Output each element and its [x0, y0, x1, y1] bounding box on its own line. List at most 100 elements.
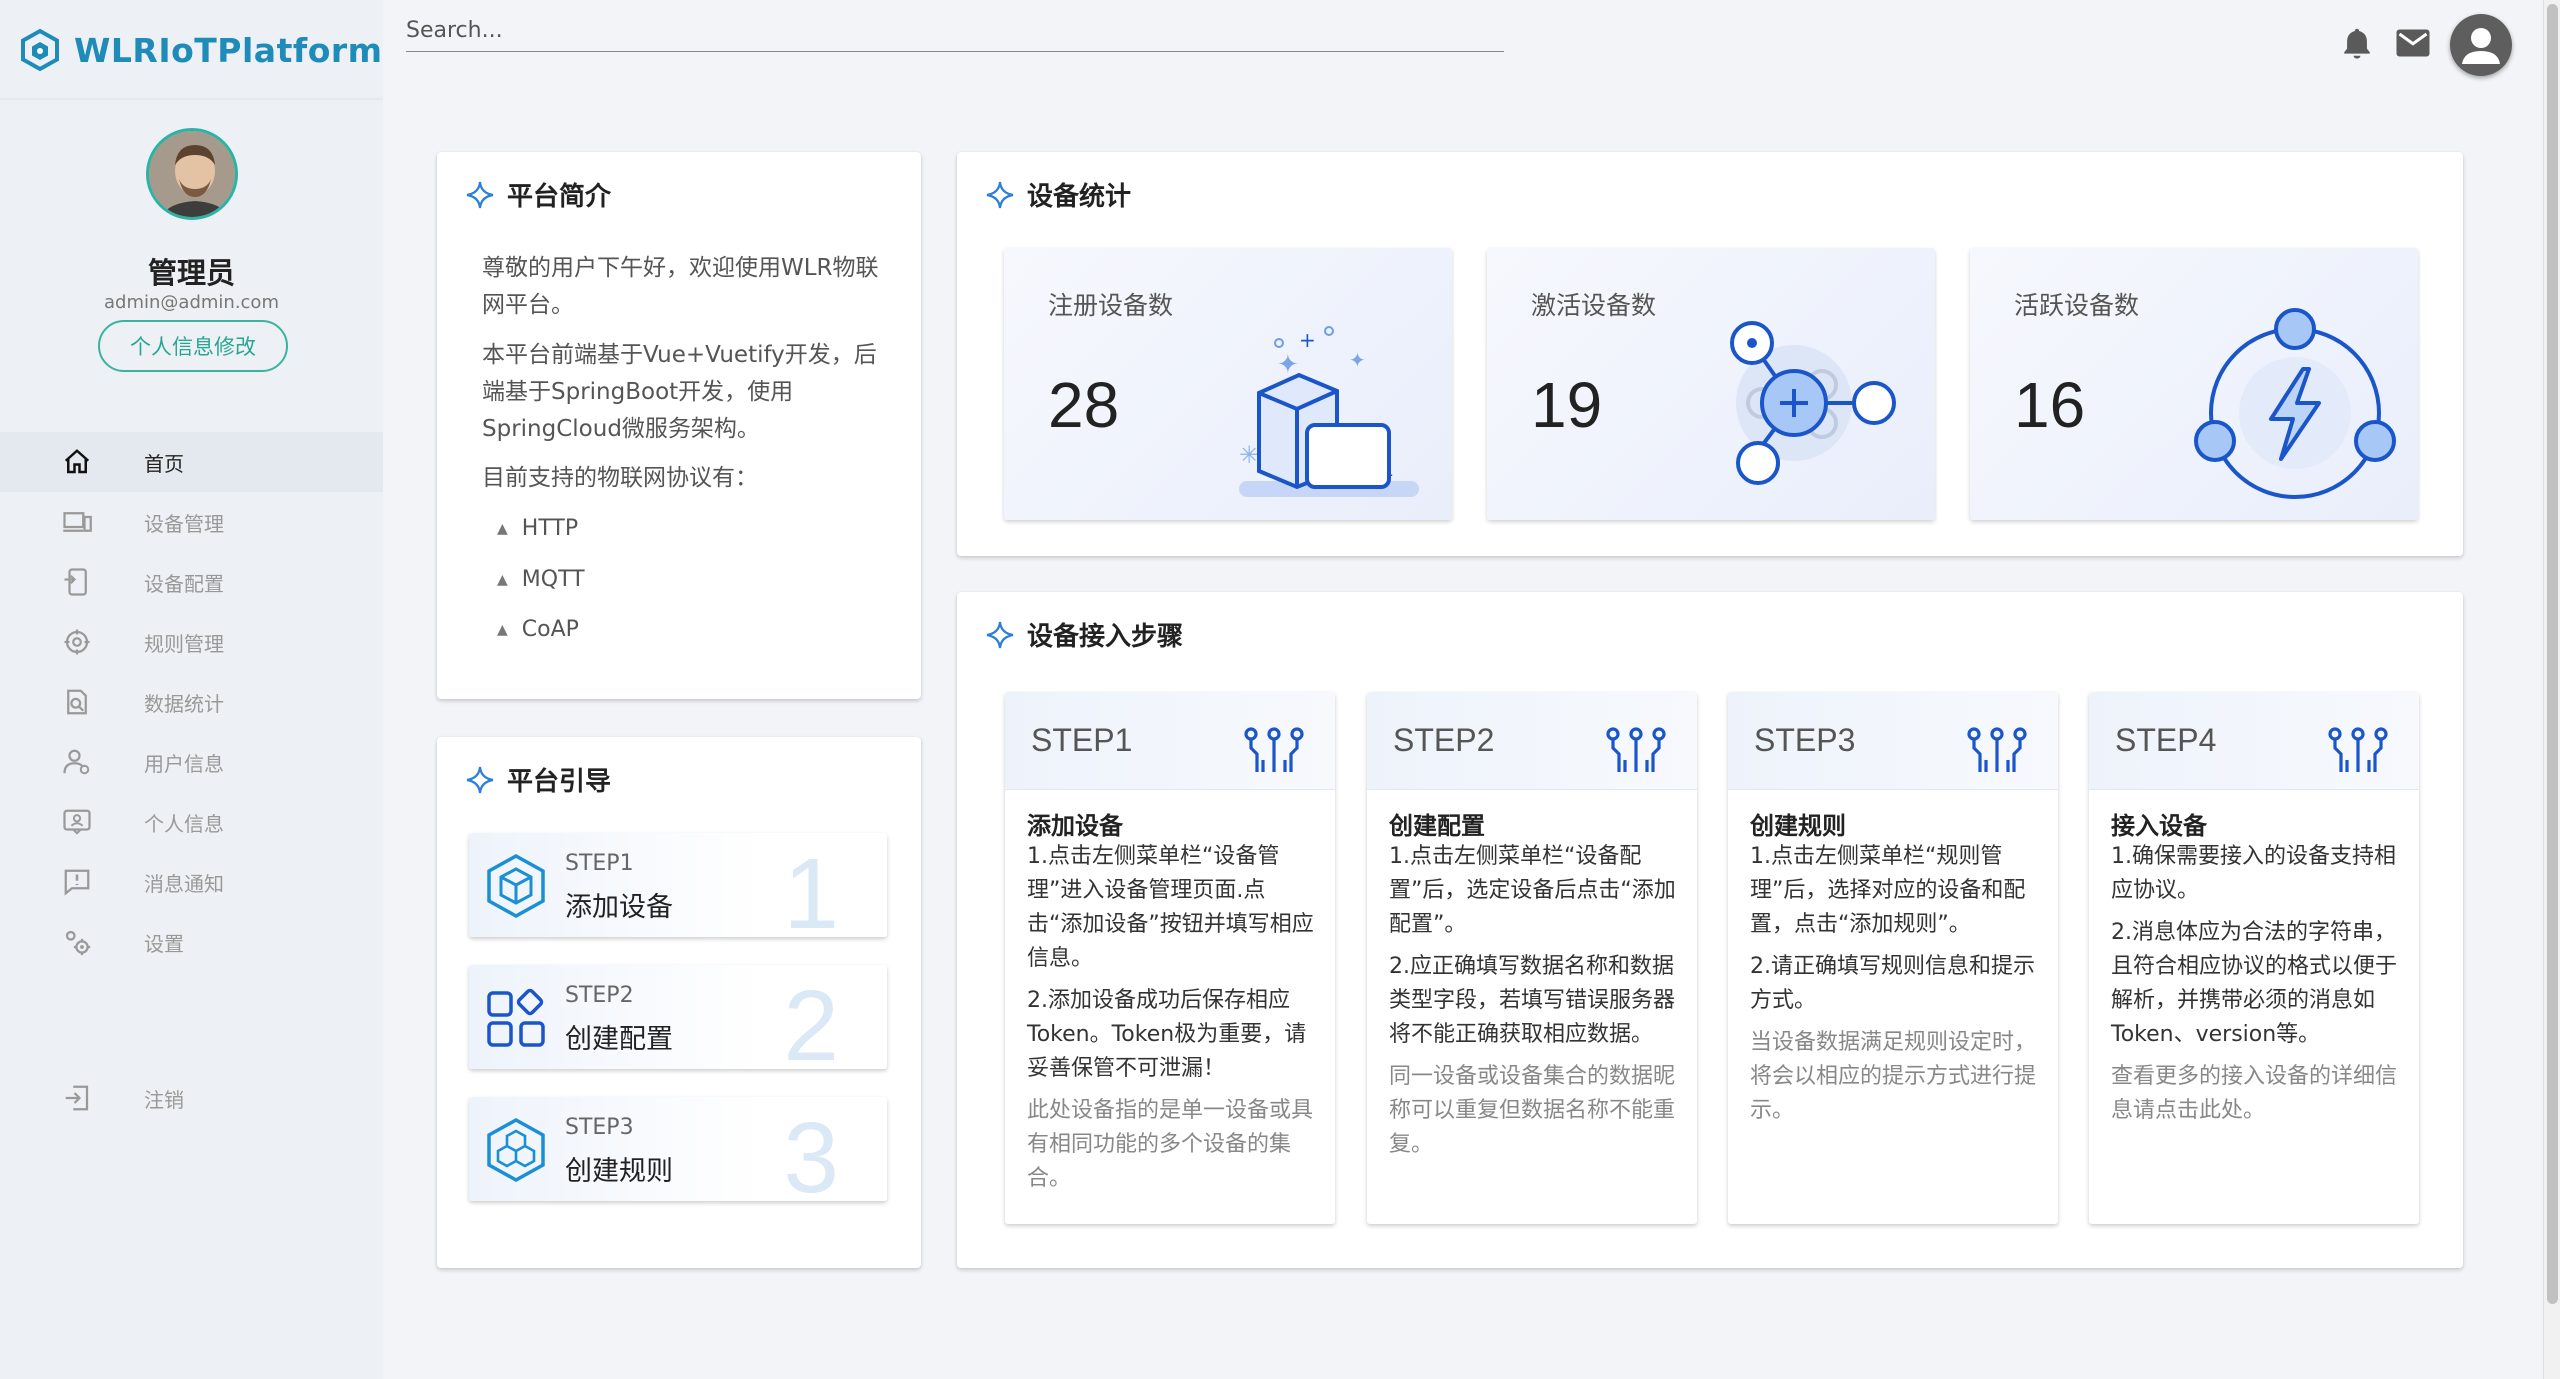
intro-tech: 本平台前端基于Vue+Vuetify开发，后端基于SpringBoot开发，使用…	[482, 342, 877, 442]
guide-card: 平台引导 STEP1 添加设备 1 STEP2 创建配置 2 STEP3 创建规…	[437, 737, 921, 1268]
guide-item-create-config[interactable]: STEP2 创建配置 2	[469, 965, 887, 1069]
users-icon	[60, 745, 94, 779]
protocol-item: ▲ HTTP	[497, 516, 579, 541]
sidebar-item-label: 注销	[144, 1087, 184, 1112]
sparkle-icon	[466, 766, 494, 793]
search-bar[interactable]	[406, 10, 1504, 52]
step-heading: STEP4	[2115, 722, 2217, 758]
sidebar-item-rules[interactable]: 规则管理	[0, 612, 383, 672]
account-avatar[interactable]	[2450, 14, 2512, 76]
sparkle-icon	[986, 621, 1014, 648]
sparkle-icon	[986, 181, 1014, 208]
stat-activated-devices[interactable]: 激活设备数 19	[1487, 248, 1935, 520]
intro-card-title: 平台简介	[465, 176, 611, 213]
avatar-image	[149, 131, 235, 217]
protocol-item: ▲ MQTT	[497, 567, 585, 592]
intro-greeting: 尊敬的用户下午好，欢迎使用WLR物联网平台。	[482, 255, 879, 318]
guide-item-create-rule[interactable]: STEP3 创建规则 3	[469, 1097, 887, 1201]
sidebar-item-devices[interactable]: 设备管理	[0, 492, 383, 552]
logout-icon	[60, 1081, 94, 1115]
sidebar-item-messages[interactable]: 消息通知	[0, 852, 383, 912]
sidebar: WLRIoTPlatform 管理员 admin@admin.com 个人信息修…	[0, 0, 383, 1379]
details-link[interactable]: 查看更多的接入设备的详细信息请点击此处。	[2111, 1060, 2401, 1128]
step-title: 接入设备	[2111, 812, 2207, 840]
avatar[interactable]	[146, 128, 238, 220]
settings-icon	[60, 925, 94, 959]
lightning-network-icon	[2194, 308, 2396, 499]
sidebar-item-label: 用户信息	[144, 751, 224, 776]
svg-text:✦: ✦	[1349, 348, 1366, 372]
sidebar-item-label: 个人信息	[144, 811, 224, 836]
data-stats-icon	[60, 685, 94, 719]
sidebar-item-label: 设备配置	[144, 571, 224, 596]
step-title: 添加设备	[1027, 812, 1123, 840]
divider	[0, 98, 383, 100]
account-icon	[2462, 28, 2500, 64]
app-title: WLRIoTPlatform	[74, 30, 383, 70]
sidebar-item-profile[interactable]: 个人信息	[0, 792, 383, 852]
protocol-item: ▲ CoAP	[497, 617, 579, 642]
sidebar-item-data-stats[interactable]: 数据统计	[0, 672, 383, 732]
step-title: 创建配置	[1389, 812, 1485, 840]
steps-card-title: 设备接入步骤	[985, 616, 1183, 653]
message-icon	[60, 865, 94, 899]
devices-icon	[60, 505, 94, 539]
sidebar-item-home[interactable]: 首页	[0, 432, 383, 492]
sidebar-item-label: 设备管理	[144, 511, 224, 536]
network-hub-icon	[1730, 321, 1896, 485]
circuit-icon	[2328, 727, 2388, 772]
home-icon	[60, 445, 94, 479]
stats-card-title: 设备统计	[985, 176, 1131, 213]
sidebar-item-users[interactable]: 用户信息	[0, 732, 383, 792]
stat-active-devices[interactable]: 活跃设备数 16	[1970, 248, 2418, 520]
intro-protocols-label: 目前支持的物联网协议有：	[482, 465, 758, 491]
sidebar-item-label: 规则管理	[144, 631, 224, 656]
sidebar-item-settings[interactable]: 设置	[0, 912, 383, 972]
sidebar-item-label: 数据统计	[144, 691, 224, 716]
step-card-3: STEP3 创建规则 1.点击左侧菜单栏“规则管理”后，选择对应的设备和配置，点…	[1728, 692, 2058, 1224]
step-card-1: STEP1 添加设备 1.点击左侧菜单栏“设备管理”进入设备管理页面.点击“添加…	[1005, 692, 1335, 1224]
stat-registered-devices[interactable]: 注册设备数 28 ✦ ✳ + ✦ +	[1004, 248, 1452, 520]
step-body: 1.点击左侧菜单栏“规则管理”后，选择对应的设备和配置，点击“添加规则”。 2.…	[1750, 844, 2037, 1123]
step-heading: STEP1	[1031, 722, 1133, 758]
step-card-2: STEP2 创建配置 1.点击左侧菜单栏“设备配置”后，选定设备后点击“添加配置…	[1367, 692, 1697, 1224]
svg-text:✳: ✳	[1239, 441, 1259, 469]
step-body: 1.确保需要接入的设备支持相应协议。 2.消息体应为合法的字符串，且符合相应协议…	[2111, 840, 2401, 1136]
step-heading: STEP2	[1393, 722, 1495, 758]
sidebar-item-label: 设置	[144, 931, 184, 956]
intro-card: 平台简介 尊敬的用户下午好，欢迎使用WLR物联网平台。 本平台前端基于Vue+V…	[437, 152, 921, 699]
step-body: 1.点击左侧菜单栏“设备管理”进入设备管理页面.点击“添加设备”按钮并填写相应信…	[1027, 844, 1314, 1191]
step-heading: STEP3	[1754, 722, 1856, 758]
device-config-icon	[60, 565, 94, 599]
sparkle-icon	[466, 181, 494, 208]
search-input[interactable]	[406, 10, 1504, 50]
bell-icon[interactable]	[2340, 26, 2374, 60]
edit-profile-button[interactable]: 个人信息修改	[98, 320, 288, 372]
circuit-icon	[1967, 727, 2027, 772]
sidebar-item-label: 消息通知	[144, 871, 224, 896]
guide-item-add-device[interactable]: STEP1 添加设备 1	[469, 833, 887, 937]
grid-apps-icon	[487, 988, 545, 1047]
sidebar-item-label: 首页	[144, 451, 184, 476]
rules-icon	[60, 625, 94, 659]
blocks-icon	[487, 1117, 545, 1183]
svg-text:+: +	[1299, 328, 1316, 352]
steps-card: 设备接入步骤 STEP1 添加设备 1.点击左侧菜单栏“设备管理”进入设备管理页…	[957, 592, 2463, 1268]
logo-icon	[21, 28, 59, 72]
sidebar-item-logout[interactable]: 注销	[0, 1068, 383, 1128]
cube-icon	[487, 853, 545, 919]
circuit-icon	[1606, 727, 1666, 772]
user-email: admin@admin.com	[104, 292, 279, 313]
guide-card-title: 平台引导	[465, 761, 611, 798]
stats-card: 设备统计 注册设备数 28 ✦ ✳ + ✦ + 激活设备数 19	[957, 152, 2463, 556]
step-body: 1.点击左侧菜单栏“设备配置”后，选定设备后点击“添加配置”。 2.应正确填写数…	[1389, 844, 1676, 1157]
step-card-4: STEP4 接入设备 1.确保需要接入的设备支持相应协议。 2.消息体应为合法的…	[2089, 692, 2419, 1224]
scrollbar[interactable]	[2543, 0, 2560, 1379]
user-name: 管理员	[147, 256, 235, 290]
sidebar-nav: 首页 设备管理 设备配置 规则管理 数据统计 用户信息 个人信息 消息通知 设置	[0, 432, 383, 972]
circuit-icon	[1244, 727, 1304, 772]
scrollbar-thumb[interactable]	[2547, 4, 2558, 1304]
mail-icon[interactable]	[2395, 28, 2431, 58]
app-logo[interactable]: WLRIoTPlatform	[18, 22, 383, 78]
sidebar-item-device-config[interactable]: 设备配置	[0, 552, 383, 612]
